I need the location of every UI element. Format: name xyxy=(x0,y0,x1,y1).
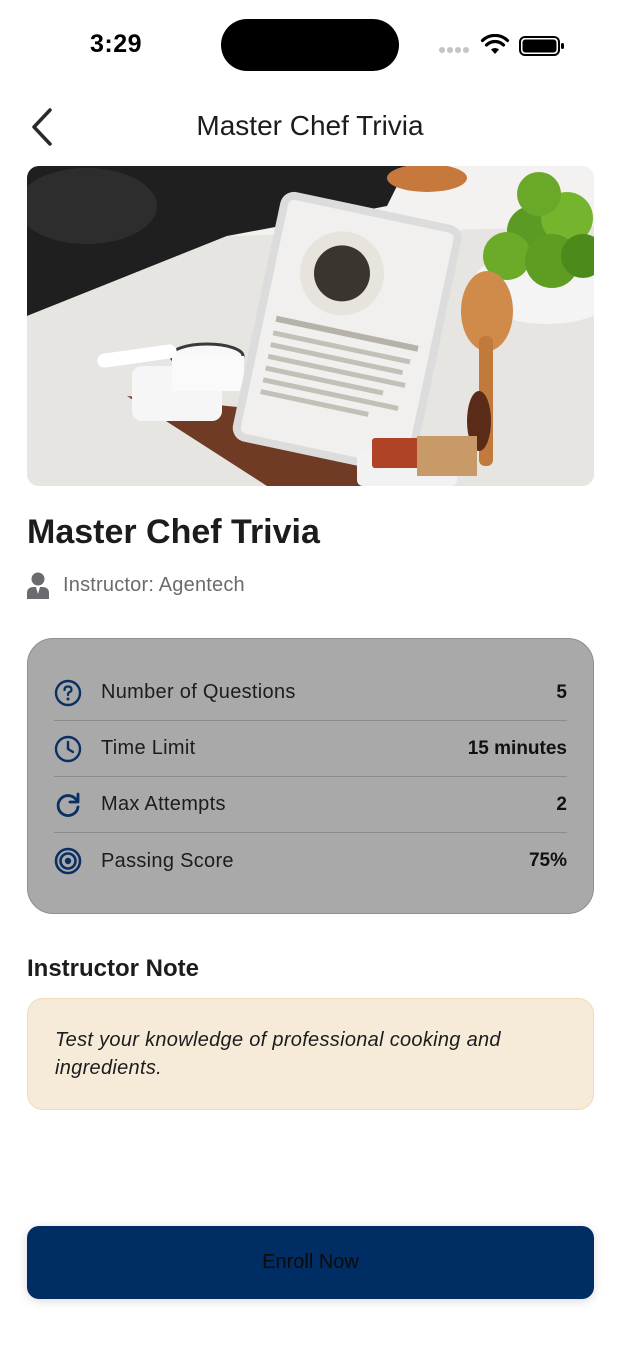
refresh-icon xyxy=(56,792,80,817)
status-time: 3:29 xyxy=(90,30,143,58)
dynamic-island xyxy=(221,19,399,71)
instructor-note-box: Test your knowledge of professional cook… xyxy=(27,998,594,1110)
enroll-now-button[interactable]: Enroll Now xyxy=(27,1226,594,1299)
person-icon xyxy=(27,572,49,599)
detail-label: Passing Score xyxy=(101,849,234,872)
enroll-button-label: Enroll Now xyxy=(262,1251,359,1273)
detail-value: 2 xyxy=(556,793,567,815)
detail-label: Number of Questions xyxy=(101,681,296,703)
detail-value: 5 xyxy=(556,681,567,703)
detail-row-questions: Number of Questions 5 xyxy=(54,665,567,721)
nav-title: Master Chef Trivia xyxy=(196,110,424,141)
quiz-details-card: Number of Questions 5 Time Limit 15 minu… xyxy=(27,638,594,914)
quiz-cover-image xyxy=(27,166,594,486)
instructor-name: Instructor: Agentech xyxy=(63,573,245,596)
wifi-icon xyxy=(480,34,510,54)
detail-row-passing-score: Passing Score 75% xyxy=(54,833,567,889)
detail-label: Max Attempts xyxy=(101,793,226,815)
cellular-signal-icon xyxy=(439,47,471,55)
question-circle-icon xyxy=(54,679,82,706)
battery-icon xyxy=(519,36,564,56)
status-bar: 3:29 xyxy=(0,0,620,92)
nav-bar: Master Chef Trivia xyxy=(0,92,620,164)
instructor-note-text: Test your knowledge of professional cook… xyxy=(55,1029,501,1079)
detail-row-max-attempts: Max Attempts 2 xyxy=(54,777,567,833)
quiz-title: Master Chef Trivia xyxy=(27,513,320,551)
detail-value: 75% xyxy=(528,850,567,871)
instructor-note-heading: Instructor Note xyxy=(27,955,200,982)
clock-icon xyxy=(54,735,82,762)
detail-row-time-limit: Time Limit 15 minutes xyxy=(54,721,567,777)
target-icon xyxy=(54,847,82,875)
detail-value: 15 minutes xyxy=(467,737,567,759)
detail-label: Time Limit xyxy=(101,737,196,759)
instructor-row: Instructor: Agentech xyxy=(27,570,245,600)
